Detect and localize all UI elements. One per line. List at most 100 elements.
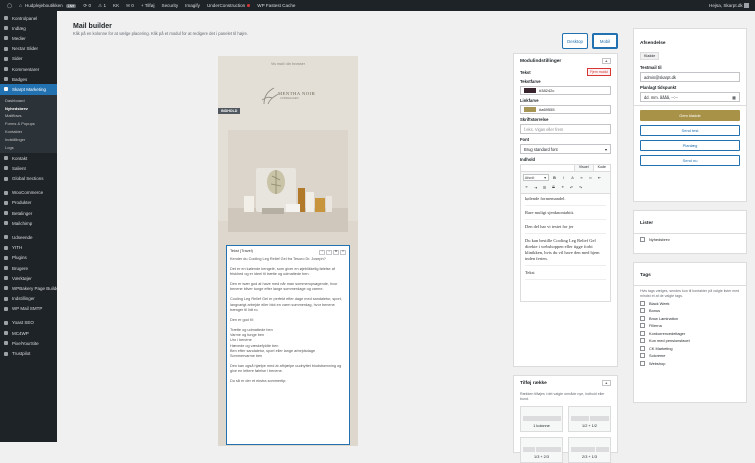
bullet-list-icon[interactable]: ≡	[578, 174, 585, 181]
paragraph-format-select[interactable]: Afsnit ▾	[523, 174, 549, 181]
move-up-icon[interactable]: ↑	[319, 249, 325, 255]
sidebar-item-plugins[interactable]: Plugins	[0, 253, 57, 263]
desktop-preview-button[interactable]: Desktop	[562, 33, 588, 49]
sidebar-item-global-sections[interactable]: Global Sections	[0, 173, 57, 183]
checkbox-box[interactable]	[640, 345, 645, 351]
cache-link[interactable]: WP Fastest Cache	[257, 3, 295, 8]
under-construction-link[interactable]: UnderConstruction	[207, 3, 251, 8]
collapse-add-row-button[interactable]: ▲	[601, 380, 611, 386]
sidebar-item-nectar-slider[interactable]: Nectar Slider	[0, 44, 57, 54]
save-draft-button[interactable]: Gem kladde	[640, 110, 740, 121]
view-in-browser-link[interactable]: Vis mail i din browser	[218, 62, 358, 66]
sidebar-item-indstillinger[interactable]: Indstillinger	[0, 294, 57, 304]
product-photo[interactable]	[228, 130, 348, 232]
strikethrough-icon[interactable]: S	[550, 184, 557, 191]
bold-icon[interactable]: B	[551, 174, 558, 181]
home-icon[interactable]: ⌂	[19, 3, 22, 8]
kk-link[interactable]: KK	[113, 3, 119, 8]
checkbox-box[interactable]	[640, 353, 645, 359]
row-option-0[interactable]: 1 kolonne	[520, 405, 563, 432]
tag-checkbox-kun-med-pensionsfacet[interactable]: Kun med pensionsfacet	[640, 338, 740, 344]
wp-logo-icon[interactable]: ◯	[7, 3, 12, 9]
tab-code[interactable]: Kode	[592, 165, 610, 171]
sidebar-item-v-rkt-jer[interactable]: Værktøjer	[0, 273, 57, 283]
tag-checkbox-fillerna[interactable]: Fillerna	[640, 323, 740, 329]
editor-body[interactable]: kølende formemandel. Rare muligt sjenknon…	[521, 194, 610, 284]
tag-checkbox-konkurrencedeltager[interactable]: Konkurrencedeltager	[640, 330, 740, 337]
sidebar-item-kommentarer[interactable]: Kommentarer	[0, 64, 57, 74]
imagify-link[interactable]: Imagify	[185, 3, 200, 8]
submenu-item-logs[interactable]: Logs	[0, 143, 57, 151]
undo-icon[interactable]: ↶	[568, 184, 575, 191]
tag-checkbox-ck-marketing[interactable]: CK Marketing	[640, 345, 740, 352]
link-color-field[interactable]: #a69555	[520, 105, 611, 114]
submenu-item-mailflows[interactable]: Mailflows	[0, 112, 57, 120]
submenu-item-nyhedsbrev[interactable]: Nyhedsbrev	[0, 104, 57, 112]
sidebar-item-wpbakery-page-builder[interactable]: WPBakery Page Builder	[0, 283, 57, 293]
sidebar-item-sider[interactable]: Sider	[0, 54, 57, 64]
numbered-list-icon[interactable]: ☰	[541, 184, 548, 191]
checkbox-box[interactable]	[640, 300, 645, 306]
comments-icon[interactable]: ✉ 0	[126, 3, 134, 9]
site-name[interactable]: Hudplejeboutikken	[25, 3, 63, 8]
send-now-button[interactable]: Send nu	[640, 155, 740, 166]
align-left-icon[interactable]: ⇤	[596, 174, 603, 181]
sidebar-item-kontrolpanel[interactable]: Kontrolpanel	[0, 13, 57, 23]
font-select[interactable]: Brug standard font ▾	[520, 144, 611, 154]
italic-icon[interactable]: I	[560, 174, 567, 181]
sidebar-item-mailchimp[interactable]: Mailchimp	[0, 218, 57, 228]
checkbox-box[interactable]	[640, 315, 645, 321]
sidebar-item-mc4wp[interactable]: MC4WP	[0, 328, 57, 338]
tag-checkbox-webshop[interactable]: Webshop	[640, 360, 740, 367]
security-link[interactable]: Security	[162, 3, 179, 8]
notifications-icon[interactable]: ⚠ 1	[98, 3, 106, 9]
checkbox-box[interactable]	[640, 237, 645, 243]
test-email-input[interactable]: admin@skarpt.dk	[640, 72, 740, 82]
move-down-icon[interactable]: ↓	[326, 249, 332, 255]
row-option-2[interactable]: 1/3 + 2/3	[520, 436, 563, 463]
align-right-icon[interactable]: ⇥	[532, 184, 539, 191]
checkbox-box[interactable]	[640, 330, 645, 336]
collapse-panel-button[interactable]: ▲	[601, 58, 611, 64]
redo-icon[interactable]: ↷	[577, 184, 584, 191]
calendar-icon[interactable]: ▦	[732, 95, 736, 100]
sidebar-item-woocommerce[interactable]: WooCommerce	[0, 188, 57, 198]
list-checkbox-nyhedsbrev[interactable]: Nyhedsbrev	[640, 237, 740, 243]
tag-checkbox-solcreme[interactable]: Solcreme	[640, 353, 740, 359]
schedule-button[interactable]: Planlæg	[640, 140, 740, 151]
new-content-link[interactable]: + Tilføj	[141, 3, 155, 8]
send-test-button[interactable]: Send test	[640, 125, 740, 136]
mobile-preview-button[interactable]: Mobil	[592, 33, 618, 49]
sidebar-item-wp-mail-smtp[interactable]: WP Mail SMTP	[0, 304, 57, 314]
sidebar-item-medier[interactable]: Medier	[0, 33, 57, 43]
updates-icon[interactable]: ⟳ 0	[83, 3, 91, 9]
sidebar-item-yoast-seo[interactable]: Yoast SEO	[0, 318, 57, 328]
sidebar-item-brugere[interactable]: Brugere	[0, 263, 57, 273]
text-color-icon[interactable]: A	[569, 174, 576, 181]
sidebar-item-yith[interactable]: YITH	[0, 243, 57, 253]
align-center-icon[interactable]: ≡	[523, 184, 530, 191]
remove-module-button[interactable]: Fjern modul	[587, 68, 611, 76]
sidebar-item-udseende[interactable]: Udseende	[0, 232, 57, 242]
sidebar-item-produkter[interactable]: Produkter	[0, 198, 57, 208]
tab-visual[interactable]: Visuel	[573, 165, 593, 171]
checkbox-box[interactable]	[640, 338, 645, 344]
sidebar-item-kontakt[interactable]: Kontakt	[0, 153, 57, 163]
font-size-input[interactable]: f.eks. Vigas eller frem	[520, 124, 611, 134]
sidebar-item-betalinger[interactable]: Betalinger	[0, 208, 57, 218]
email-header[interactable]: Vis mail i din browser MENTHA NOIR COPEN…	[218, 56, 358, 232]
text-color-field[interactable]: #38242c	[520, 86, 611, 95]
sidebar-item-salient[interactable]: Salient	[0, 163, 57, 173]
blockquote-icon[interactable]: ❝	[559, 184, 566, 191]
submenu-item-forms-popups[interactable]: Forms & Popups	[0, 120, 57, 128]
submenu-item-dashboard[interactable]: Dashboard	[0, 97, 57, 105]
row-option-3[interactable]: 2/3 + 1/3	[568, 436, 611, 463]
tag-checkbox-bonus[interactable]: Bonus	[640, 308, 740, 314]
sidebar-item-badges[interactable]: Badges	[0, 74, 57, 84]
checkbox-box[interactable]	[640, 360, 645, 366]
checkbox-box[interactable]	[640, 323, 645, 329]
selected-text-module[interactable]: Tekst (Travel) ↑ ↓ ⧉ × Kender du Cooling…	[226, 245, 350, 445]
tag-checkbox-black-week[interactable]: Black Week	[640, 300, 740, 307]
submenu-item-kontakter[interactable]: Kontakter	[0, 128, 57, 136]
checkbox-box[interactable]	[640, 308, 645, 314]
